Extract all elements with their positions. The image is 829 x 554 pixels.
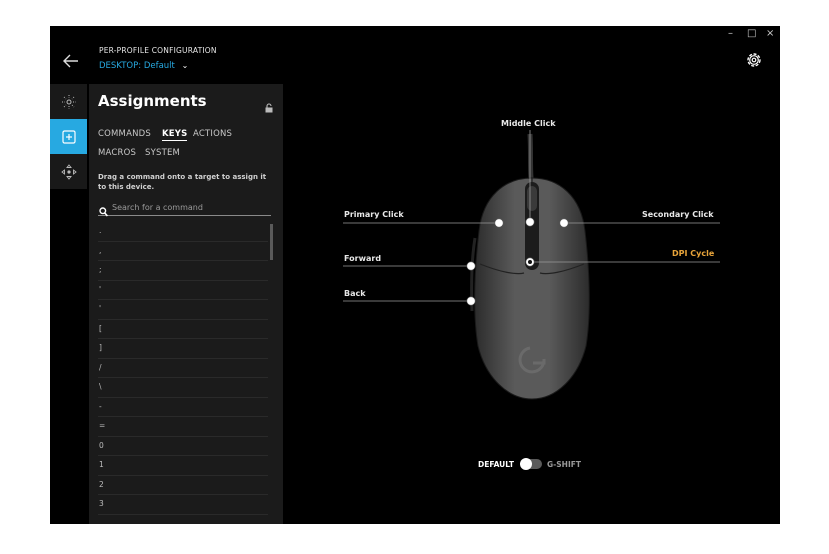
dpi-cycle-hotspot — [525, 257, 535, 267]
sensitivity-icon[interactable] — [50, 154, 87, 189]
gshift-mode-label: G-SHIFT — [547, 460, 581, 469]
list-item[interactable]: - — [98, 398, 268, 417]
left-rail — [50, 84, 87, 189]
app-window: PER-PROFILE CONFIGURATION DESKTOP: Defau… — [50, 26, 780, 524]
list-item[interactable]: ' — [98, 300, 268, 320]
toggle-knob — [520, 458, 532, 470]
forward-label[interactable]: Forward — [344, 254, 381, 263]
close-button[interactable]: × — [766, 28, 774, 39]
maximize-button[interactable]: □ — [747, 28, 756, 39]
gear-icon[interactable] — [744, 50, 764, 70]
profile-value: Default — [143, 61, 175, 71]
list-item[interactable]: . — [98, 222, 268, 242]
search-icon — [99, 202, 109, 221]
secondary-click-label[interactable]: Secondary Click — [642, 210, 714, 219]
middle-click-hotspot — [525, 217, 535, 227]
tab-system[interactable]: SYSTEM — [145, 148, 180, 158]
list-item[interactable]: \ — [98, 378, 268, 398]
assignments-panel: Assignments COMMANDS KEYS ACTIONS MACROS… — [89, 84, 283, 524]
back-hotspot — [466, 296, 476, 306]
dpi-cycle-label[interactable]: DPI Cycle — [672, 249, 714, 258]
lighting-icon[interactable] — [50, 84, 87, 119]
list-item[interactable]: 2 — [98, 476, 268, 495]
tab-commands[interactable]: COMMANDS — [98, 129, 151, 139]
assignments-icon[interactable] — [50, 119, 87, 154]
middle-click-label[interactable]: Middle Click — [501, 119, 556, 128]
search-box — [98, 201, 271, 217]
tab-actions[interactable]: ACTIONS — [193, 129, 232, 139]
key-list-scrollbar[interactable] — [270, 224, 273, 260]
list-item[interactable]: = — [98, 417, 268, 437]
profile-dropdown[interactable]: DESKTOP: Default ⌄ — [99, 61, 188, 71]
list-item[interactable]: 1 — [98, 456, 268, 476]
gshift-toggle[interactable] — [520, 458, 542, 470]
page-title: PER-PROFILE CONFIGURATION — [99, 46, 217, 55]
default-mode-label: DEFAULT — [478, 460, 514, 469]
tab-macros[interactable]: MACROS — [98, 148, 136, 158]
panel-title: Assignments — [98, 92, 207, 110]
chevron-down-icon: ⌄ — [181, 61, 189, 70]
drag-hint: Drag a command onto a target to assign i… — [98, 173, 267, 191]
mouse-body — [474, 177, 590, 400]
forward-hotspot — [466, 261, 476, 271]
list-item[interactable]: [ — [98, 320, 268, 339]
primary-click-hotspot — [494, 218, 504, 228]
list-item[interactable]: , — [98, 242, 268, 261]
back-arrow-icon[interactable] — [60, 54, 82, 70]
search-input[interactable] — [112, 201, 267, 213]
list-item[interactable]: ; — [98, 261, 268, 281]
key-list: . , ; ' ' [ ] / \ - = 0 1 2 3 — [89, 222, 274, 524]
list-item[interactable]: 0 — [98, 437, 268, 456]
list-item[interactable]: 3 — [98, 495, 268, 515]
list-item[interactable]: ' — [98, 281, 268, 300]
logitech-g-logo — [518, 346, 546, 374]
profile-prefix: DESKTOP: — [99, 61, 142, 71]
lock-icon[interactable] — [264, 98, 274, 113]
secondary-click-hotspot — [559, 218, 569, 228]
list-item[interactable]: / — [98, 359, 268, 378]
back-label[interactable]: Back — [344, 289, 366, 298]
minimize-button[interactable]: – — [728, 28, 733, 39]
primary-click-label[interactable]: Primary Click — [344, 210, 404, 219]
list-item[interactable]: ] — [98, 339, 268, 359]
tab-keys[interactable]: KEYS — [162, 129, 188, 141]
